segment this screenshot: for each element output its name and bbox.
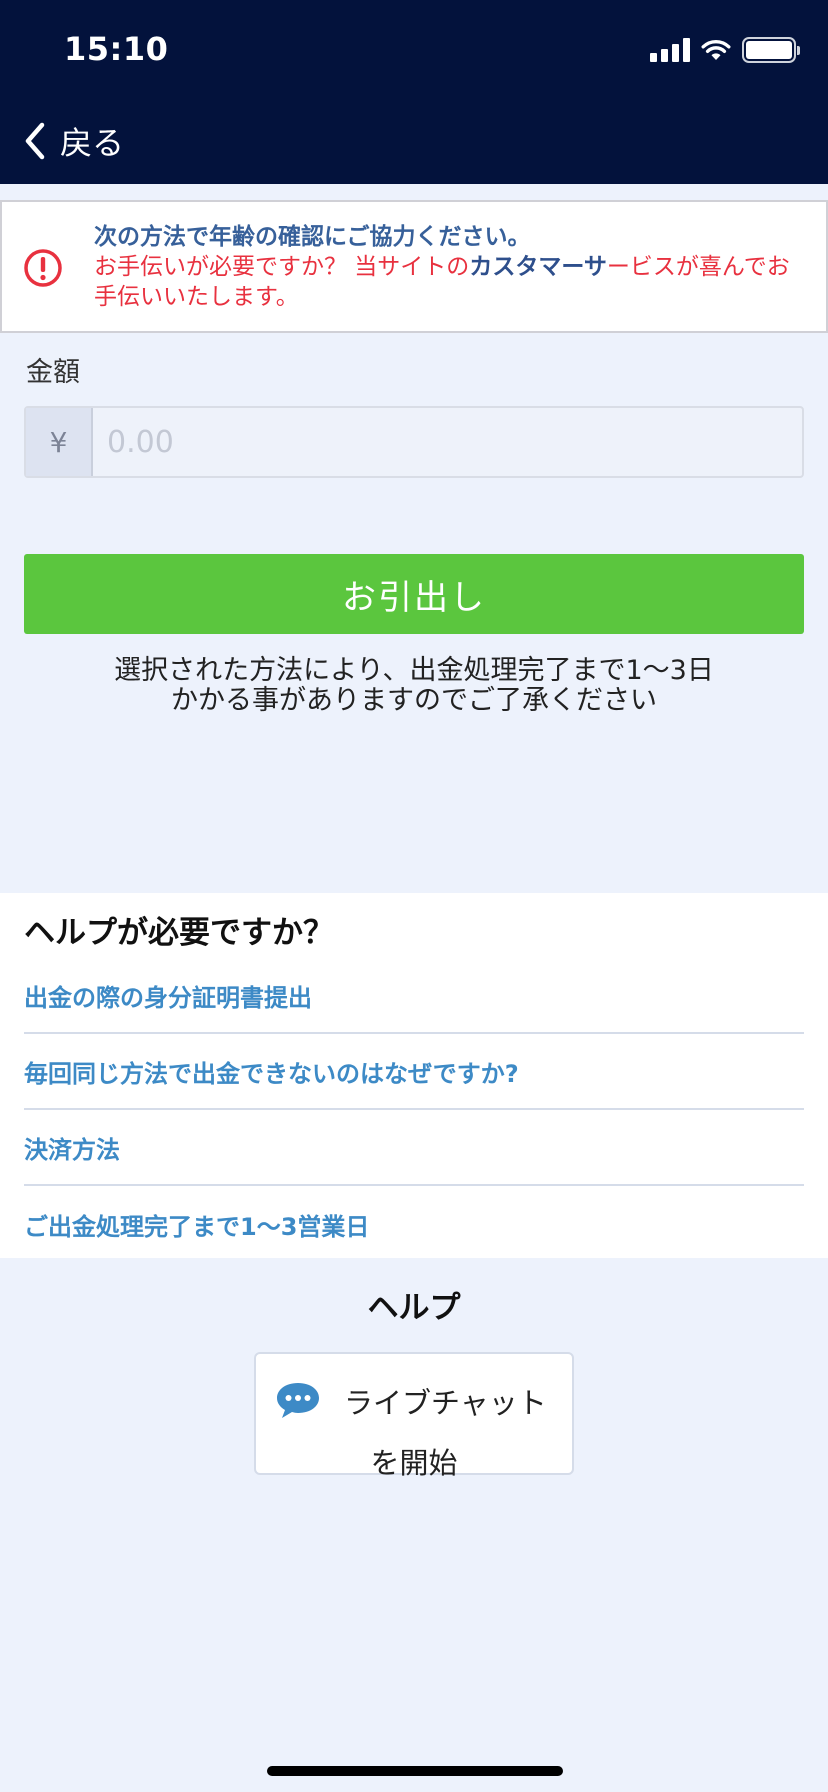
chevron-left-icon [25, 122, 45, 160]
home-indicator [267, 1766, 563, 1776]
back-label: 戻る [60, 124, 125, 162]
help-title: ヘルプが必要ですか？ [24, 915, 334, 951]
live-chat-label-2: を開始 [370, 1446, 458, 1480]
amount-label: 金額 [26, 357, 80, 388]
help-list: 出金の際の身分証明書提出 毎回同じ方法で出金できないのはなぜですか? 決済方法 … [24, 958, 804, 1262]
battery-icon [742, 37, 800, 63]
live-chat-button[interactable]: ライブチャット を開始 [254, 1352, 574, 1480]
alert-body: お手伝いが必要ですか？ 当サイトのカスタマーサービスが喜んでお手伝いいたします。 [94, 252, 804, 312]
signal-icon [650, 38, 690, 62]
alert-message: 次の方法で年齢の確認にご協力ください。 お手伝いが必要ですか？ 当サイトのカスタ… [94, 222, 804, 312]
amount-input[interactable] [93, 408, 802, 476]
app-header: 15:10 戻る [0, 0, 828, 184]
chat-bubble-icon [277, 1383, 319, 1418]
wifi-icon [701, 39, 731, 60]
support-heading: ヘルプ [367, 1290, 461, 1326]
help-link-id-verification[interactable]: 出金の際の身分証明書提出 [24, 958, 804, 1034]
help-section: ヘルプが必要ですか？ 出金の際の身分証明書提出 毎回同じ方法で出金できないのはな… [0, 893, 828, 1258]
age-verification-alert: 次の方法で年齢の確認にご協力ください。 お手伝いが必要ですか？ 当サイトのカスタ… [0, 200, 828, 333]
withdraw-button[interactable]: お引出し [24, 554, 804, 634]
notice-line-1: 選択された方法により、出金処理完了まで1〜3日 [114, 655, 714, 686]
back-button[interactable]: 戻る [24, 118, 124, 164]
customer-service-link[interactable]: カスタマーサ [469, 254, 607, 280]
help-link-payment-methods[interactable]: 決済方法 [24, 1110, 804, 1186]
alert-icon [24, 249, 62, 287]
alert-title: 次の方法で年齢の確認にご協力ください。 [94, 224, 531, 250]
help-link-same-method[interactable]: 毎回同じ方法で出金できないのはなぜですか? [24, 1034, 804, 1110]
notice-line-2: かかる事がありますのでご了承ください [171, 685, 657, 716]
status-time: 15:10 [64, 30, 169, 68]
alert-body-prefix: お手伝いが必要ですか？ 当サイトの [94, 254, 470, 280]
live-chat-label-1: ライブチャット [344, 1386, 547, 1420]
amount-field: ¥ [24, 406, 804, 478]
currency-symbol: ¥ [26, 408, 93, 476]
help-link-processing-time[interactable]: ご出金処理完了まで1〜3営業日 [24, 1186, 804, 1262]
status-icons [650, 36, 800, 64]
processing-notice: 選択された方法により、出金処理完了まで1〜3日 かかる事がありますのでご了承くだ… [40, 656, 788, 716]
